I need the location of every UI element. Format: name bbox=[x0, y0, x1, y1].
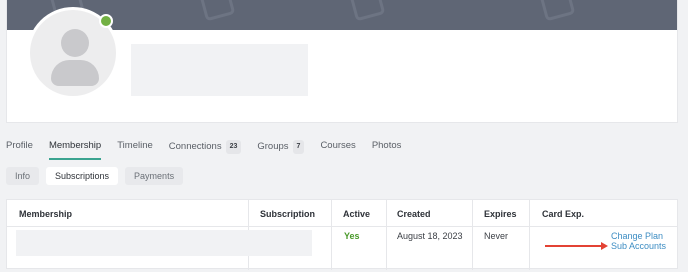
header-membership: Membership bbox=[19, 209, 73, 219]
expires-value: Never bbox=[484, 231, 509, 241]
image-placeholder-icon bbox=[538, 0, 576, 22]
annotation-arrow bbox=[545, 245, 603, 247]
tab-courses[interactable]: Courses bbox=[320, 140, 355, 160]
header-expires: Expires bbox=[484, 209, 517, 219]
name-placeholder bbox=[131, 44, 308, 96]
header-created: Created bbox=[397, 209, 431, 219]
header-card-exp: Card Exp. bbox=[542, 209, 585, 219]
header-active: Active bbox=[343, 209, 371, 219]
tab-connections[interactable]: Connections 23 bbox=[169, 140, 242, 160]
arrow-right-icon bbox=[601, 241, 608, 250]
person-placeholder-icon bbox=[61, 29, 89, 57]
subscription-cell-placeholder bbox=[252, 230, 312, 256]
membership-subtabs: Info Subscriptions Payments bbox=[6, 167, 190, 185]
tab-photos[interactable]: Photos bbox=[372, 140, 402, 160]
active-status: Yes bbox=[344, 231, 360, 241]
connections-count-badge: 23 bbox=[225, 140, 242, 154]
tab-profile[interactable]: Profile bbox=[6, 140, 33, 160]
header-subscription: Subscription bbox=[260, 209, 316, 219]
subtab-subscriptions[interactable]: Subscriptions bbox=[46, 167, 119, 185]
tab-membership[interactable]: Membership bbox=[48, 140, 102, 160]
tab-timeline[interactable]: Timeline bbox=[117, 140, 153, 160]
subtab-info[interactable]: Info bbox=[6, 167, 40, 185]
change-plan-link[interactable]: Change Plan bbox=[611, 231, 663, 241]
profile-header-card bbox=[6, 0, 678, 123]
groups-count-badge: 7 bbox=[292, 140, 305, 154]
image-placeholder-icon bbox=[198, 0, 236, 22]
sub-accounts-link[interactable]: Sub Accounts bbox=[611, 241, 666, 251]
tab-groups[interactable]: Groups 7 bbox=[257, 140, 305, 160]
subscriptions-table: Membership Subscription Active Created E… bbox=[6, 199, 678, 270]
image-placeholder-icon bbox=[348, 0, 386, 22]
online-dot-icon bbox=[99, 14, 113, 28]
created-date: August 18, 2023 bbox=[397, 231, 463, 241]
subtab-payments[interactable]: Payments bbox=[125, 167, 184, 185]
profile-tabs: Profile Membership Timeline Connections 2… bbox=[6, 140, 417, 160]
